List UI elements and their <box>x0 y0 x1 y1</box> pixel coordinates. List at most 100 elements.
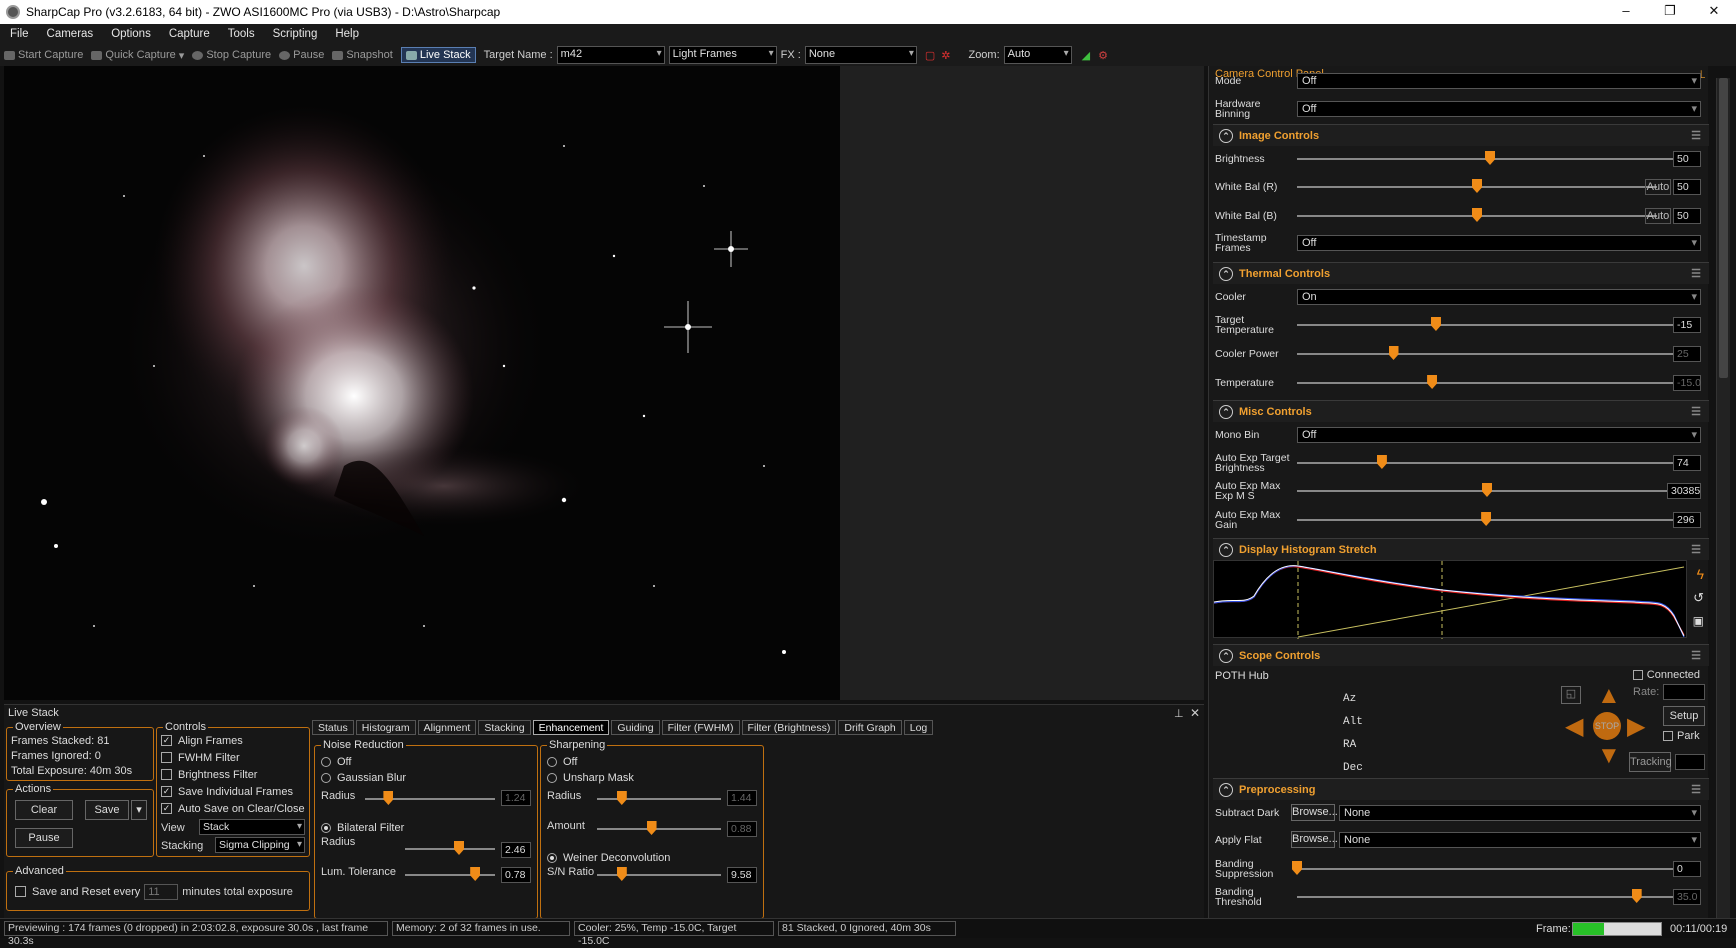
amount-value[interactable]: 0.88 <box>727 821 757 837</box>
snapshot-button[interactable]: Snapshot <box>332 49 393 61</box>
align-frames-checkbox[interactable]: ✓ Align Frames <box>161 732 305 749</box>
menu-icon[interactable]: ☰ <box>1691 129 1701 142</box>
banding-suppression-slider[interactable] <box>1292 861 1683 875</box>
collapse-icon[interactable]: ⌃ <box>1219 266 1233 281</box>
radio-button[interactable] <box>547 757 557 767</box>
menu-capture[interactable]: Capture <box>169 28 210 40</box>
menu-help[interactable]: Help <box>335 28 359 40</box>
clear-button[interactable]: Clear <box>15 800 73 820</box>
gauss-radius-slider[interactable] <box>365 791 495 805</box>
banding-threshold-slider[interactable] <box>1297 889 1683 903</box>
binning-select[interactable]: Off <box>1297 101 1701 117</box>
pause-button[interactable]: Pause <box>279 49 324 61</box>
minutes-input[interactable]: 11 <box>144 883 179 900</box>
menu-icon[interactable]: ☰ <box>1691 543 1701 556</box>
collapse-icon[interactable]: ⌃ <box>1219 128 1233 143</box>
rate-select[interactable] <box>1663 684 1705 700</box>
slider-thumb[interactable] <box>1376 455 1387 469</box>
menu-icon[interactable]: ☰ <box>1691 267 1701 280</box>
menu-icon[interactable]: ☰ <box>1691 405 1701 418</box>
pin-icon[interactable]: ⊥ <box>1174 707 1184 720</box>
bilateral-radius-value[interactable]: 2.46 <box>501 842 531 858</box>
save-dropdown-button[interactable]: ▾ <box>131 800 147 820</box>
collapse-icon[interactable]: ⌃ <box>1219 782 1233 797</box>
amount-slider[interactable] <box>597 821 721 835</box>
auto-exp-max-slider[interactable] <box>1297 483 1677 497</box>
browse-dark-button[interactable]: Browse... <box>1291 804 1338 821</box>
checkbox-box[interactable]: ✓ <box>161 735 172 746</box>
unsharp-mask-radio[interactable]: Unsharp Mask <box>547 770 634 786</box>
radio-button[interactable] <box>547 773 557 783</box>
tab-filter-brightness[interactable]: Filter (Brightness) <box>741 720 837 735</box>
connected-box[interactable] <box>1632 670 1643 680</box>
cooler-select[interactable]: On <box>1297 289 1701 305</box>
close-button[interactable]: ✕ <box>1692 0 1736 24</box>
scrollbar-thumb[interactable] <box>1719 78 1728 378</box>
menu-icon[interactable]: ☰ <box>1691 649 1701 662</box>
settings-icon[interactable]: ⚙ <box>1098 49 1108 62</box>
save-reset-checkbox[interactable]: Save and Reset every <box>15 883 140 900</box>
radio-button[interactable] <box>321 773 331 783</box>
sn-ratio-value[interactable]: 9.58 <box>727 867 757 883</box>
maximize-button[interactable]: ❐ <box>1648 0 1692 24</box>
fwhm-filter-checkbox[interactable]: FWHM Filter <box>161 749 305 766</box>
white-bal-r-slider[interactable] <box>1297 179 1657 193</box>
scope-controls-header[interactable]: ⌃ Scope Controls ☰ <box>1213 644 1709 666</box>
slider-thumb[interactable] <box>1481 512 1492 526</box>
menu-cameras[interactable]: Cameras <box>47 28 94 40</box>
bilateral-filter-radio[interactable]: Bilateral Filter <box>321 820 404 836</box>
bilateral-radius-slider[interactable] <box>405 841 495 855</box>
panel-scrollbar[interactable] <box>1716 78 1730 918</box>
white-bal-r-value[interactable]: 50 <box>1673 179 1701 195</box>
timestamp-select[interactable]: Off <box>1297 235 1701 251</box>
record-icon[interactable]: ▢ <box>925 49 935 62</box>
radio-button[interactable] <box>321 823 331 833</box>
browse-flat-button[interactable]: Browse... <box>1291 831 1338 848</box>
slider-thumb[interactable] <box>1472 208 1482 222</box>
histogram-stretch-header[interactable]: ⌃ Display Histogram Stretch ☰ <box>1213 538 1709 560</box>
zoom-select[interactable]: Auto <box>1003 46 1072 64</box>
banding-threshold-value[interactable]: 35.0 <box>1673 889 1701 905</box>
dark-select[interactable]: None <box>1339 805 1701 821</box>
slider-thumb[interactable] <box>1631 889 1642 903</box>
live-stack-button[interactable]: Live Stack <box>400 47 476 63</box>
lightning-icon[interactable]: ϟ <box>1697 566 1704 582</box>
white-bal-b-value[interactable]: 50 <box>1673 208 1701 224</box>
slider-thumb[interactable] <box>646 821 657 835</box>
checkbox-box[interactable]: ✓ <box>161 786 172 797</box>
start-capture-button[interactable]: Start Capture <box>4 49 83 61</box>
scope-extra-button[interactable]: ◱ <box>1561 686 1581 704</box>
checkbox-box[interactable] <box>161 769 172 780</box>
radio-button[interactable] <box>321 757 331 767</box>
target-name-input[interactable]: m42 <box>556 46 665 64</box>
target-temp-value[interactable]: -15 <box>1673 317 1701 333</box>
gaussian-blur-radio[interactable]: Gaussian Blur <box>321 770 406 786</box>
auto-exp-target-value[interactable]: 74 <box>1673 455 1701 471</box>
auto-exp-gain-slider[interactable] <box>1297 512 1683 526</box>
clear-icon[interactable]: ✲ <box>941 49 950 62</box>
stacking-select[interactable]: Sigma Clipping <box>215 837 305 853</box>
slider-thumb[interactable] <box>1472 179 1482 193</box>
banding-suppression-value[interactable]: 0 <box>1673 861 1701 877</box>
slider-thumb[interactable] <box>470 867 481 881</box>
lum-tolerance-value[interactable]: 0.78 <box>501 867 531 883</box>
menu-file[interactable]: File <box>10 28 29 40</box>
collapse-icon[interactable]: ⌃ <box>1219 542 1233 557</box>
histogram-graph[interactable] <box>1213 560 1687 639</box>
auto-save-checkbox[interactable]: ✓ Auto Save on Clear/Close <box>161 800 305 817</box>
unsharp-radius-value[interactable]: 1.44 <box>727 790 757 806</box>
checkbox-box[interactable] <box>161 752 172 763</box>
mono-bin-select[interactable]: Off <box>1297 427 1701 443</box>
view-select[interactable]: Stack <box>199 819 305 835</box>
tab-stacking[interactable]: Stacking <box>478 720 531 735</box>
save-individual-checkbox[interactable]: ✓ Save Individual Frames <box>161 783 305 800</box>
tab-drift-graph[interactable]: Drift Graph <box>838 720 902 735</box>
auto-exp-target-slider[interactable] <box>1297 455 1683 469</box>
checkbox-box[interactable]: ✓ <box>161 803 172 814</box>
collapse-icon[interactable]: ⌃ <box>1219 648 1233 663</box>
pause-stack-button[interactable]: Pause <box>15 828 73 848</box>
close-panel-icon[interactable]: ✕ <box>1190 706 1200 720</box>
histogram-icon[interactable]: ◢ <box>1082 49 1090 62</box>
slider-thumb[interactable] <box>454 841 464 855</box>
tab-alignment[interactable]: Alignment <box>417 720 477 735</box>
